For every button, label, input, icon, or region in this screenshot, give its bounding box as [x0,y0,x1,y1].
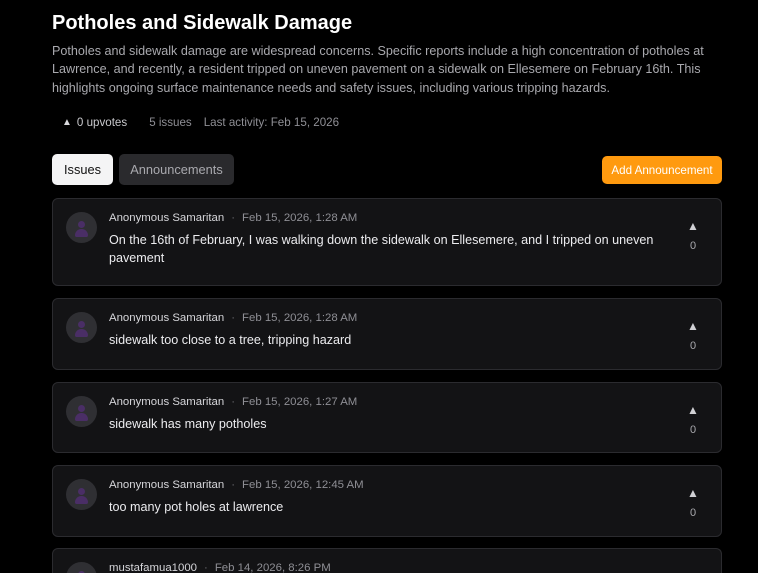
separator-dot: · [231,479,236,491]
vote-widget: ▲ 0 [685,403,701,436]
topic-meta: ▲ 0 upvotes 5 issues Last activity: Feb … [62,116,339,129]
issue-card: Anonymous Samaritan · Feb 15, 2026, 1:27… [52,382,722,453]
post-author: Anonymous Samaritan [109,479,225,491]
post-timestamp: Feb 14, 2026, 8:26 PM [214,562,331,573]
vote-count: 0 [689,340,697,352]
vote-widget: ▲ 0 [685,219,701,252]
upvote-icon: ▲ [62,117,72,128]
upvote-arrow-icon[interactable]: ▲ [687,569,699,573]
page-description: Potholes and sidewalk damage are widespr… [52,44,704,95]
post-header: Anonymous Samaritan · Feb 15, 2026, 1:28… [109,312,357,324]
last-activity: Last activity: Feb 15, 2026 [203,116,340,129]
page-title: Potholes and Sidewalk Damage [52,12,353,34]
issue-card: Anonymous Samaritan · Feb 15, 2026, 1:28… [52,198,722,286]
vote-widget: ▲ [685,569,701,573]
avatar [66,312,97,343]
tab-announcements[interactable]: Announcements [119,154,234,185]
post-text: On the 16th of February, I was walking d… [109,233,654,266]
post-author: Anonymous Samaritan [109,312,225,324]
upvote-arrow-icon[interactable]: ▲ [687,219,699,233]
post-header: Anonymous Samaritan · Feb 15, 2026, 1:28… [109,212,357,224]
vote-widget: ▲ 0 [685,486,701,519]
avatar [66,562,97,573]
avatar [66,396,97,427]
add-announcement-button[interactable]: Add Announcement [602,156,722,184]
avatar [66,479,97,510]
page: Potholes and Sidewalk Damage Potholes an… [0,0,758,573]
separator-dot: · [231,312,236,324]
vote-count: 0 [689,424,697,436]
tab-issues[interactable]: Issues [52,154,113,185]
vote-count: 0 [689,240,697,252]
separator-dot: · [231,396,236,408]
post-header: Anonymous Samaritan · Feb 15, 2026, 1:27… [109,396,357,408]
post-text: sidewalk has many potholes [109,417,267,431]
post-timestamp: Feb 15, 2026, 1:27 AM [242,396,358,408]
avatar [66,212,97,243]
upvote-arrow-icon[interactable]: ▲ [687,403,699,417]
post-author: Anonymous Samaritan [109,396,225,408]
issue-card: mustafamua1000 · Feb 14, 2026, 8:26 PM ▲ [52,548,722,573]
issue-card: Anonymous Samaritan · Feb 15, 2026, 12:4… [52,465,722,537]
upvote-arrow-icon[interactable]: ▲ [687,486,699,500]
separator-dot: · [231,212,236,224]
separator-dot: · [204,562,208,573]
post-header: Anonymous Samaritan · Feb 15, 2026, 12:4… [109,479,364,491]
issue-card: Anonymous Samaritan · Feb 15, 2026, 1:28… [52,298,722,370]
vote-widget: ▲ 0 [685,319,701,352]
post-timestamp: Feb 15, 2026, 12:45 AM [242,479,364,491]
upvote-arrow-icon[interactable]: ▲ [687,319,699,333]
upvote-button[interactable]: ▲ 0 upvotes [62,116,127,129]
issues-count: 5 issues [149,116,192,129]
post-text: too many pot holes at lawrence [109,500,284,514]
post-timestamp: Feb 15, 2026, 1:28 AM [242,212,358,224]
post-author: mustafamua1000 [109,562,198,573]
post-text: sidewalk too close to a tree, tripping h… [109,333,352,347]
upvote-count: 0 upvotes [76,116,128,129]
tab-bar: Issues Announcements [52,154,234,185]
vote-count: 0 [689,507,697,519]
post-timestamp: Feb 15, 2026, 1:28 AM [242,312,358,324]
post-author: Anonymous Samaritan [109,212,225,224]
post-header: mustafamua1000 · Feb 14, 2026, 8:26 PM [109,562,331,573]
